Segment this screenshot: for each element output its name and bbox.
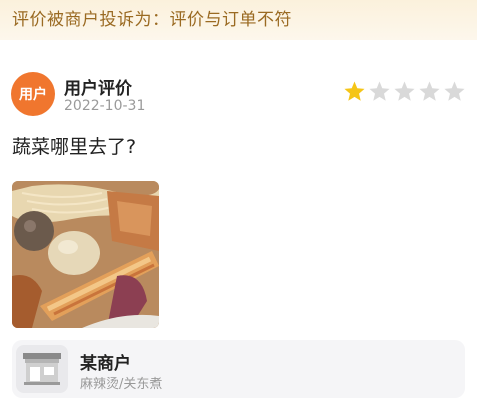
star-empty-icon xyxy=(419,81,440,101)
complaint-banner: 评价被商户投诉为：评价与订单不符 xyxy=(0,0,477,40)
complaint-banner-text: 评价被商户投诉为：评价与订单不符 xyxy=(12,10,292,30)
star-filled-icon xyxy=(344,81,365,101)
star-rating xyxy=(343,80,466,103)
merchant-category: 麻辣烫/关东煮 xyxy=(80,377,163,392)
avatar[interactable]: 用户 xyxy=(11,72,55,116)
user-name: 用户评价 xyxy=(64,79,132,99)
star-empty-icon xyxy=(369,81,390,101)
merchant-name: 某商户 xyxy=(80,354,131,374)
review-date: 2022-10-31 xyxy=(64,98,146,114)
merchant-card[interactable]: 某商户 麻辣烫/关东煮 xyxy=(12,340,465,398)
review-text: 蔬菜哪里去了? xyxy=(12,136,137,158)
star-empty-icon xyxy=(444,81,465,101)
storefront-icon xyxy=(16,345,68,393)
review-header: 用户 用户评价 2022-10-31 xyxy=(11,72,466,118)
star-empty-icon xyxy=(394,81,415,101)
food-photo-icon xyxy=(12,181,159,328)
review-photo[interactable] xyxy=(12,181,159,328)
avatar-text: 用户 xyxy=(19,87,47,103)
